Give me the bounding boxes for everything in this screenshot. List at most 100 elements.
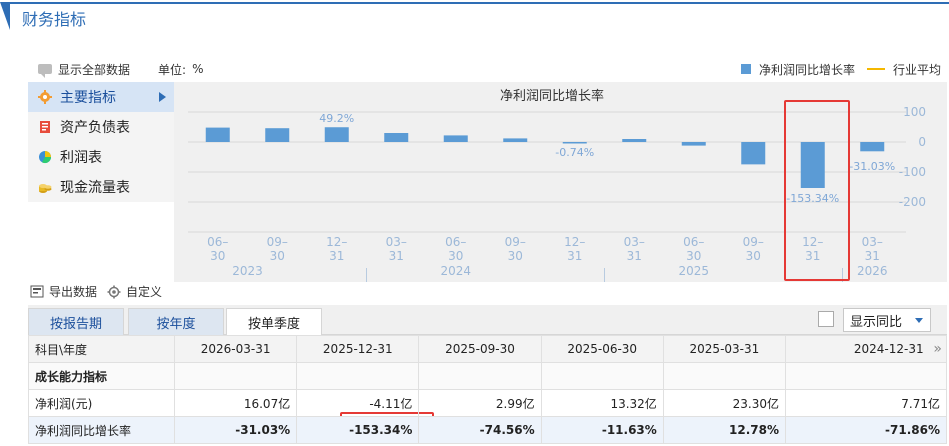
tab-by-single-quarter[interactable]: 按单季度 — [226, 308, 322, 336]
column-header: 2026-03-31 — [173, 335, 298, 363]
column-header: 2025-06-30 — [540, 335, 664, 363]
legend-line-label[interactable]: 行业平均 — [893, 61, 941, 78]
column-header: 2025-09-30 — [418, 335, 542, 363]
table-cell — [418, 362, 542, 390]
legend-line-swatch — [866, 68, 885, 70]
table-cell: -71.86% — [785, 416, 947, 444]
export-data-link[interactable]: 导出数据 — [49, 283, 97, 300]
legend-bar-swatch — [740, 64, 751, 74]
y-tick-label: 0 — [918, 135, 926, 149]
year-label: 2023 — [232, 264, 263, 278]
bar — [622, 139, 647, 142]
x-tick-label: 30 — [448, 249, 463, 263]
menu-item-income-statement[interactable]: 利润表 — [28, 142, 174, 172]
year-label: 2024 — [440, 264, 471, 278]
chart-panel: 净利润同比增长率 49.2% -0.74% -153.34% -31.03% 100 0… — [174, 82, 947, 282]
gear-icon — [38, 90, 52, 104]
bar — [562, 142, 587, 144]
table-header-first: 科目\年度 — [28, 335, 175, 363]
menu-item-cash-flow[interactable]: 现金流量表 — [28, 172, 174, 202]
page-title: 财务指标 — [22, 10, 87, 29]
menu-item-label: 资产负债表 — [60, 120, 130, 136]
x-tick-label: 03– — [624, 235, 645, 249]
x-tick-label: 03– — [862, 235, 883, 249]
bar — [800, 142, 825, 189]
row-label: 成长能力指标 — [28, 362, 175, 390]
table-cell — [540, 362, 664, 390]
menu-item-label: 利润表 — [60, 150, 102, 166]
table-cell: 7.71亿 — [785, 389, 947, 417]
customize-link[interactable]: 自定义 — [126, 283, 162, 300]
bar — [860, 142, 885, 152]
tab-by-year[interactable]: 按年度 — [128, 308, 224, 335]
x-tick-label: 09– — [267, 235, 288, 249]
unit-label: 单位: — [158, 62, 187, 77]
balance-sheet-icon — [38, 120, 52, 134]
chevron-right-icon — [159, 92, 166, 102]
table-cell — [173, 362, 298, 390]
table-cell: -31.03% — [173, 416, 298, 444]
x-tick-label: 31 — [627, 249, 642, 263]
x-tick-label: 06– — [683, 235, 704, 249]
table-cell: 2.99亿 — [418, 389, 542, 417]
x-tick-label: 31 — [329, 249, 344, 263]
data-label: -153.34% — [786, 192, 839, 205]
table-cell — [662, 362, 787, 390]
row-label: 净利润(元) — [28, 389, 175, 417]
x-tick-label: 31 — [865, 249, 880, 263]
menu-item-label: 主要指标 — [60, 90, 116, 106]
bar — [384, 133, 409, 142]
table-cell: 23.30亿 — [662, 389, 787, 417]
data-label: -0.74% — [555, 146, 594, 159]
compare-select-value: 显示同比 — [850, 314, 903, 330]
options-row: 显示全部数据 单位: % — [38, 60, 203, 78]
row-label: 净利润同比增长率 — [28, 416, 175, 444]
settings-icon — [107, 285, 121, 298]
x-tick-label: 31 — [805, 249, 820, 263]
bar — [205, 127, 230, 142]
table-cell — [296, 362, 420, 390]
pie-chart-icon — [38, 150, 52, 164]
table-cell: -4.11亿 — [296, 389, 420, 417]
show-yoy-checkbox[interactable] — [818, 311, 834, 327]
bar-chart: 净利润同比增长率 49.2% -0.74% -153.34% -31.03% 100 0… — [188, 88, 926, 282]
table-cell: 12.78% — [662, 416, 787, 444]
bar — [741, 142, 766, 165]
bar — [324, 127, 349, 142]
more-columns-icon[interactable]: » — [933, 341, 942, 357]
menu-item-main-indicators[interactable]: 主要指标 — [28, 82, 174, 112]
title-tab — [0, 2, 949, 32]
x-tick-label: 12– — [802, 235, 823, 249]
y-tick-label: 100 — [903, 105, 926, 119]
side-menu: 主要指标 资产负债表 利润表 现金流量表 — [28, 82, 174, 202]
column-header-last: 2024-12-31 » — [785, 335, 947, 363]
x-tick-label: 30 — [210, 249, 225, 263]
x-tick-label: 30 — [746, 249, 761, 263]
x-tick-label: 03– — [386, 235, 407, 249]
year-label: 2025 — [678, 264, 709, 278]
y-tick-label: -100 — [899, 165, 926, 179]
chart-title: 净利润同比增长率 — [500, 88, 604, 104]
data-label: 49.2% — [319, 112, 354, 125]
tab-by-report-period[interactable]: 按报告期 — [28, 308, 124, 335]
chevron-down-icon[interactable] — [908, 309, 930, 331]
x-tick-label: 30 — [270, 249, 285, 263]
bar — [503, 138, 528, 142]
x-tick-label: 09– — [743, 235, 764, 249]
menu-item-balance-sheet[interactable]: 资产负债表 — [28, 112, 174, 142]
legend-bar-label[interactable]: 净利润同比增长率 — [759, 61, 855, 78]
bar — [681, 142, 706, 146]
column-header-label: 2024-12-31 — [853, 342, 924, 356]
title-bar: 财务指标 — [0, 0, 949, 34]
table-cell: 13.32亿 — [540, 389, 664, 417]
x-tick-label: 09– — [505, 235, 526, 249]
table-cell: -11.63% — [540, 416, 664, 444]
compare-select[interactable]: 显示同比 — [843, 308, 931, 332]
x-tick-label: 12– — [564, 235, 585, 249]
chart-legend: 净利润同比增长率 行业平均 — [740, 60, 941, 78]
year-label: 2026 — [857, 264, 888, 278]
financial-table: 科目\年度 2026-03-31 2025-12-31 2025-09-30 2… — [28, 335, 947, 444]
table-cell: -153.34% — [296, 416, 420, 444]
show-all-data-link[interactable]: 显示全部数据 — [58, 61, 130, 78]
table-cell: -74.56% — [418, 416, 542, 444]
